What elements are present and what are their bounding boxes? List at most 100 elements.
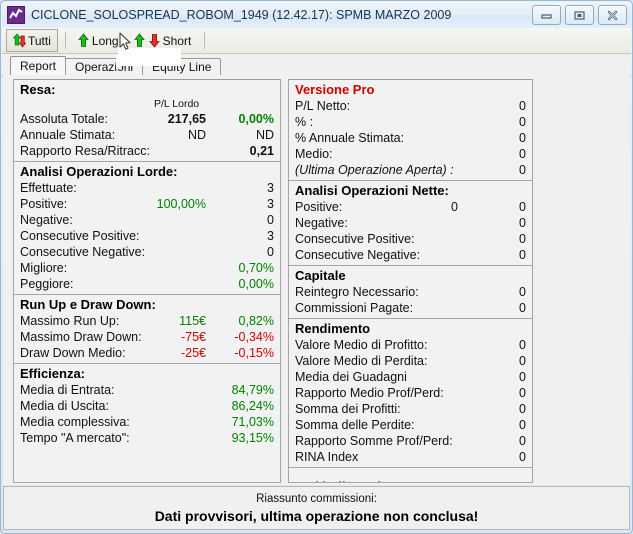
metric-row: Media complessiva: 71,03% <box>20 414 274 430</box>
metric-label: Consecutive Positive: <box>295 232 415 246</box>
down-arrow-icon <box>148 33 160 48</box>
metric-row: (Ultima Operazione Aperta) : 0 <box>295 162 526 178</box>
toolbar-button-short[interactable]: Short <box>127 30 198 51</box>
group-heading: Rendimento <box>295 321 371 336</box>
tab-equity-line[interactable]: Equity Line <box>142 58 222 76</box>
minimize-button[interactable] <box>532 5 561 25</box>
metric-row: Valore Medio di Perdita: 0 <box>295 353 526 369</box>
metric-secondary-value: ND <box>187 128 206 142</box>
metric-row: Media dei Guadagni 0 <box>295 369 526 385</box>
metric-row: Draw Down Medio: -25€ -0,15% <box>20 345 274 361</box>
close-button[interactable] <box>598 5 627 25</box>
metric-row: Rapporto Somme Prof/Perd: 0 <box>295 433 526 449</box>
metric-value: 0 <box>519 163 526 177</box>
metric-row: Somma delle Perdite: 0 <box>295 417 526 433</box>
group-analisi-operazioni-lorde: Analisi Operazioni Lorde: Effettuate: 3 Pos… <box>14 162 280 295</box>
metric-label: % : <box>295 115 314 129</box>
maximize-button[interactable] <box>565 5 594 25</box>
metric-value: 0 <box>519 115 526 129</box>
metric-row: Negative: 0 <box>20 212 274 228</box>
chart-line-icon <box>7 6 25 24</box>
metric-row: Massimo Draw Down: -75€ -0,34% <box>20 329 274 345</box>
right-report-panel: Versione Pro P/L Netto: 0% : 0 % Annuale Sti… <box>288 79 533 483</box>
metric-value: 0 <box>519 248 526 262</box>
toolbar-separator <box>64 32 66 49</box>
metric-value: 3 <box>267 197 274 211</box>
metric-label: Positive: <box>295 200 343 214</box>
metric-label: Rapporto Resa/Ritracc: <box>20 144 150 158</box>
metric-label: Commissioni Pagate: <box>295 301 414 315</box>
metric-label: Migliore: <box>20 261 68 275</box>
metric-value: 0,82% <box>238 314 274 328</box>
metric-row: Media di Entrata: 84,79% <box>20 382 274 398</box>
tab-report[interactable]: Report <box>10 56 67 76</box>
title-bar[interactable]: CICLONE_SOLOSPREAD_ROBOM_1949 (12.42.17)… <box>2 2 631 28</box>
metric-value: 0 <box>519 354 526 368</box>
metric-row: % : 0 <box>295 114 526 130</box>
group-heading: Vari indicatori <box>295 478 526 482</box>
metric-secondary-value: 0 <box>451 200 458 214</box>
metric-value: 0 <box>267 245 274 259</box>
up-down-arrow-icon <box>12 33 27 48</box>
metric-row: Consecutive Positive: 3 <box>20 228 274 244</box>
metric-secondary-value: 115€ <box>179 314 206 328</box>
metric-value: 0 <box>519 402 526 416</box>
group-run-up-e-draw-down: Run Up e Draw Down: Massimo Run Up: 115€ 0,… <box>14 295 280 364</box>
metric-secondary-value: 217,65 <box>167 112 206 126</box>
tab-equity-line-label: Equity Line <box>152 60 212 74</box>
metric-label: Massimo Draw Down: <box>20 330 142 344</box>
up-arrow-icon <box>77 33 89 48</box>
metric-label: Media dei Guadagni <box>295 370 407 384</box>
metric-row: Tempo "A mercato": 93,15% <box>20 430 274 446</box>
metric-secondary-value: -75€ <box>180 330 206 344</box>
metric-value: 71,03% <box>231 415 274 429</box>
application-window: CICLONE_SOLOSPREAD_ROBOM_1949 (12.42.17)… <box>0 0 633 534</box>
metric-row: Rapporto Resa/Ritracc: 0,21 <box>20 143 274 159</box>
group-heading: Versione Pro <box>295 82 375 97</box>
tab-report-label: Report <box>20 59 57 73</box>
metric-row: Positive: 0 0 <box>295 199 526 215</box>
metric-value: 0 <box>519 232 526 246</box>
metric-row: Rapporto Medio Prof/Perd: 0 <box>295 385 526 401</box>
metric-value: 0 <box>519 386 526 400</box>
metric-row: Somma dei Profitti: 0 <box>295 401 526 417</box>
group-heading: Analisi Operazioni Nette: <box>295 183 449 198</box>
toolbar-button-long[interactable]: Long <box>71 30 125 51</box>
metric-row: Consecutive Negative: 0 <box>20 244 274 260</box>
metric-label: Draw Down Medio: <box>20 346 126 360</box>
group-analisi-operazioni-nette: Analisi Operazioni Nette: Positive: 0 0 Nega… <box>289 181 532 266</box>
metric-value: 0,00% <box>238 277 274 291</box>
up-arrow-icon-short <box>133 33 145 48</box>
group-heading: Capitale <box>295 268 346 283</box>
group-heading: Analisi Operazioni Lorde: <box>20 164 178 179</box>
metric-value: 0,21 <box>249 144 274 158</box>
metric-value: 3 <box>267 229 274 243</box>
metric-row: Negative: 0 <box>295 215 526 231</box>
metric-value: 84,79% <box>231 383 274 397</box>
metric-row: Consecutive Negative: 0 <box>295 247 526 263</box>
metric-value: -0,15% <box>234 346 274 360</box>
toolbar-button-tutti[interactable]: Tutti <box>6 29 58 52</box>
metric-label: (Ultima Operazione Aperta) : <box>295 163 454 177</box>
metric-value: 3 <box>267 181 274 195</box>
metric-row: P/L Netto: 0 <box>295 98 526 114</box>
metric-value: 0 <box>519 131 526 145</box>
tab-operazioni-label: Operazioni <box>75 60 134 74</box>
report-content: Resa: P/L Lordo Assoluta Totale: 217,65 0,00… <box>3 75 630 485</box>
metric-row: Effettuate: 3 <box>20 180 274 196</box>
toolbar-label-tutti: Tutti <box>28 33 51 48</box>
window-controls <box>532 5 627 25</box>
metric-label: Tempo "A mercato": <box>20 431 130 445</box>
tab-operazioni[interactable]: Operazioni <box>65 58 144 76</box>
metric-value: 0 <box>519 338 526 352</box>
toolbar-label-short: Short <box>162 33 192 48</box>
metric-row: Positive: 100,00% 3 <box>20 196 274 212</box>
toolbar: Tutti Long Short <box>2 28 631 54</box>
status-bar: Riassunto commissioni: Dati provvisori, … <box>3 486 630 530</box>
metric-label: % Annuale Stimata: <box>295 131 405 145</box>
group-heading: Run Up e Draw Down: <box>20 297 156 312</box>
metric-label: Valore Medio di Perdita: <box>295 354 428 368</box>
metric-label: Negative: <box>20 213 73 227</box>
metric-label: Medio: <box>295 147 333 161</box>
metric-value: 0 <box>519 147 526 161</box>
